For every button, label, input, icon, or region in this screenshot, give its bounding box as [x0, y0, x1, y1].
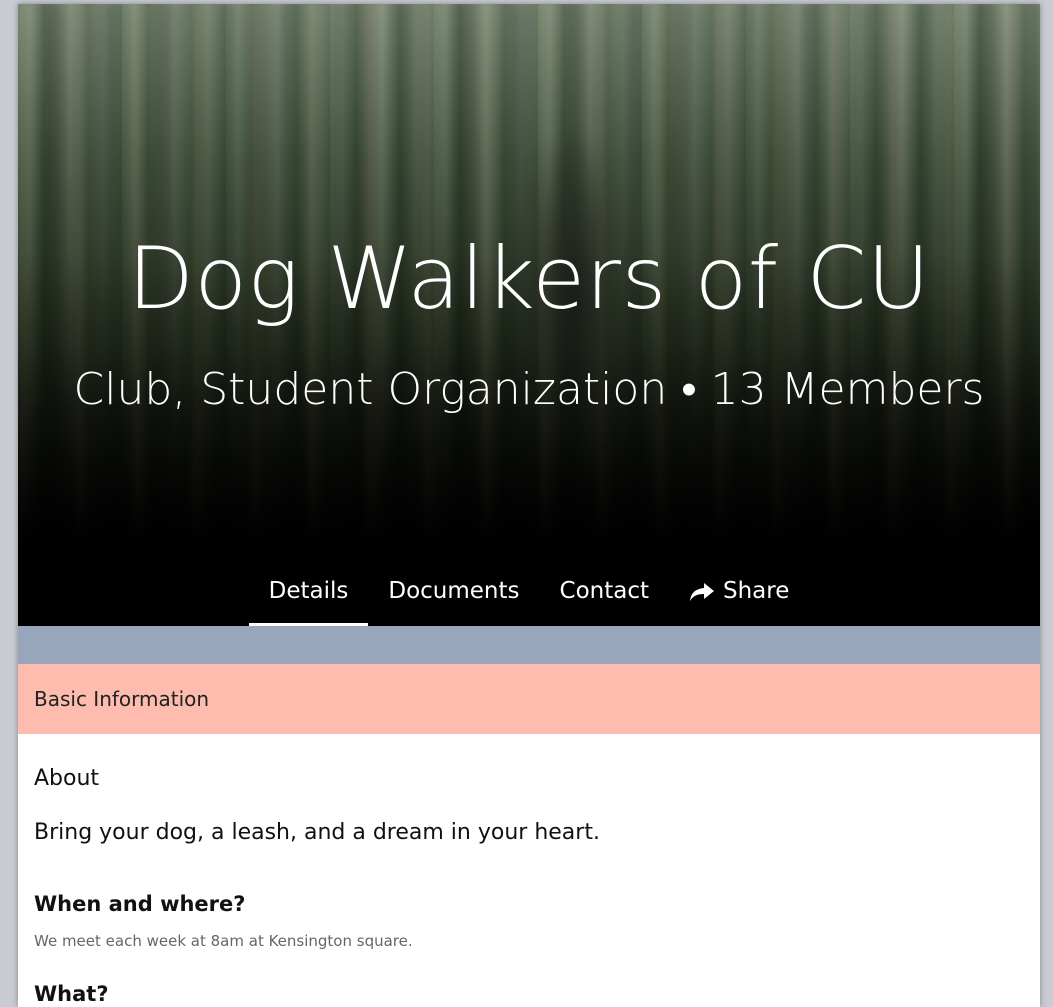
- faq-question-what: What?: [34, 982, 109, 1006]
- tab-bar: Details Documents Contact Share: [18, 572, 1040, 626]
- share-arrow-icon: [690, 583, 714, 601]
- tab-details[interactable]: Details: [248, 572, 369, 626]
- hero-banner: Dog Walkers of CU Club, Student Organiza…: [18, 4, 1040, 626]
- faq-question-when-where: When and where?: [34, 892, 246, 916]
- section-header-label: Basic Information: [34, 687, 210, 711]
- tab-share[interactable]: Share: [669, 572, 809, 626]
- page-frame: Dog Walkers of CU Club, Student Organiza…: [18, 4, 1040, 1007]
- tab-details-label: Details: [268, 578, 349, 604]
- faq-answer-when-where: We meet each week at 8am at Kensington s…: [34, 932, 413, 950]
- tab-documents-label: Documents: [388, 578, 520, 604]
- about-label: About: [34, 766, 100, 791]
- organization-title: Dog Walkers of CU: [127, 229, 931, 329]
- section-header-basic-information: Basic Information: [18, 664, 1040, 734]
- tab-documents[interactable]: Documents: [368, 572, 539, 626]
- about-text: Bring your dog, a leash, and a dream in …: [34, 820, 600, 845]
- tab-share-label: Share: [723, 578, 790, 604]
- organization-subtitle: Club, Student Organization • 13 Members: [73, 364, 985, 415]
- divider-band: [18, 626, 1040, 664]
- tab-contact-label: Contact: [559, 578, 649, 604]
- tab-contact[interactable]: Contact: [540, 572, 669, 626]
